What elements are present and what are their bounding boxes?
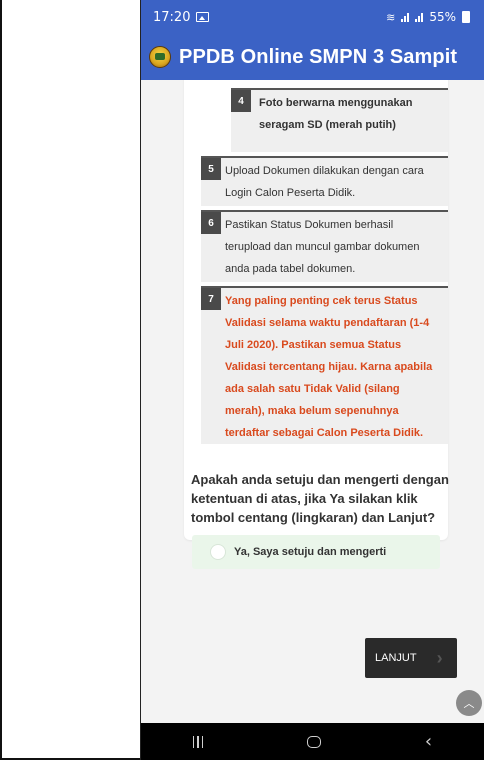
step-item-6: 6 Pastikan Status Dokumen berhasil terup… xyxy=(201,210,448,282)
agree-radio[interactable] xyxy=(210,544,226,560)
status-right: ≋ 55% xyxy=(386,10,470,24)
battery-icon xyxy=(462,11,470,23)
step-item-5: 5 Upload Dokumen dilakukan dengan cara L… xyxy=(201,156,448,206)
agree-label: Ya, Saya setuju dan mengerti xyxy=(234,546,387,558)
step-text: Pastikan Status Dokumen berhasil teruplo… xyxy=(225,219,420,275)
lanjut-label: LANJUT xyxy=(375,652,417,664)
step-item-7: 7 Yang paling penting cek terus Status V… xyxy=(201,286,448,444)
app-title: PPDB Online SMPN 3 Sampit xyxy=(179,45,458,68)
battery-percent: 55% xyxy=(429,10,456,24)
home-icon[interactable] xyxy=(307,735,322,748)
android-nav-bar: ‹ xyxy=(141,723,484,760)
step-number: 6 xyxy=(201,212,221,234)
step-text: Foto berwarna menggunakan seragam SD (me… xyxy=(259,97,413,131)
status-bar: 17:20 ≋ 55% xyxy=(141,0,484,34)
status-left: 17:20 xyxy=(153,9,210,25)
scroll-to-top-button[interactable]: ︿ xyxy=(456,690,482,716)
step-number: 7 xyxy=(201,288,221,310)
agreement-question: Apakah anda setuju dan mengerti dengan k… xyxy=(191,472,449,525)
status-time: 17:20 xyxy=(153,9,191,25)
phone-screen: 17:20 ≋ 55% PPDB Online SMPN 3 Sampit 4 … xyxy=(141,0,484,760)
school-logo-icon xyxy=(149,46,171,68)
step-number: 4 xyxy=(231,90,251,112)
gallery-icon xyxy=(196,12,210,22)
chevron-right-icon: › xyxy=(436,648,443,668)
chevron-up-icon: ︿ xyxy=(463,697,475,710)
step-number: 5 xyxy=(201,158,221,180)
lanjut-button[interactable]: LANJUT › xyxy=(365,638,457,678)
signal-icon xyxy=(401,12,410,22)
signal-icon-2 xyxy=(415,12,424,22)
step-text: Upload Dokumen dilakukan dengan cara Log… xyxy=(225,165,424,199)
recent-apps-icon[interactable] xyxy=(192,735,204,748)
app-bar: PPDB Online SMPN 3 Sampit xyxy=(141,34,484,80)
step-item-4: 4 Foto berwarna menggunakan seragam SD (… xyxy=(231,88,448,152)
step-text: Yang paling penting cek terus Status Val… xyxy=(225,295,433,439)
wifi-icon: ≋ xyxy=(386,10,396,24)
agree-checkbox-row[interactable]: Ya, Saya setuju dan mengerti xyxy=(192,535,440,569)
back-icon[interactable]: ‹ xyxy=(425,731,432,752)
main-content[interactable]: 4 Foto berwarna menggunakan seragam SD (… xyxy=(141,80,484,723)
